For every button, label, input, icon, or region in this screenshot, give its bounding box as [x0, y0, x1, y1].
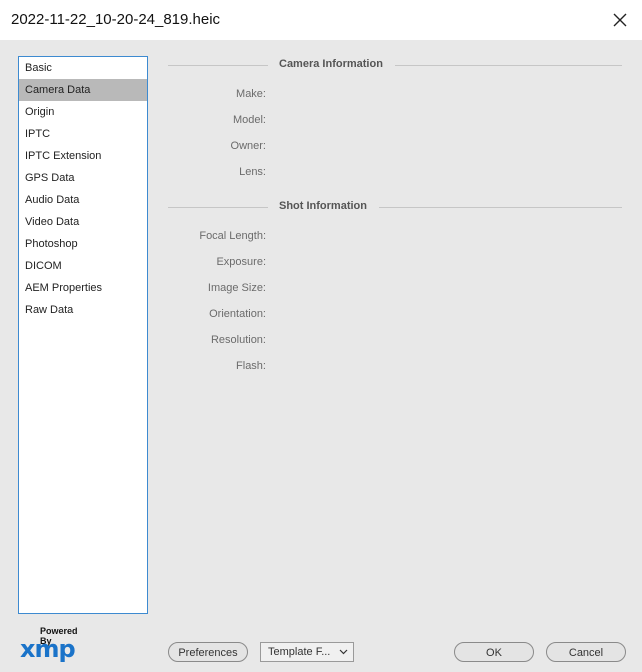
chevron-down-icon	[339, 649, 348, 655]
model-label: Model:	[232, 114, 266, 126]
shot-information-header: Shot Information	[168, 199, 622, 215]
sidebar-item-photoshop[interactable]: Photoshop	[19, 233, 147, 255]
resolution-label: Resolution:	[210, 334, 266, 346]
section-title: Shot Information	[279, 200, 367, 212]
image-size-label: Image Size:	[207, 282, 266, 294]
flash-label: Flash:	[236, 360, 266, 372]
make-value	[272, 88, 612, 104]
lens-value	[272, 166, 612, 182]
exposure-value	[272, 256, 612, 272]
owner-label: Owner:	[230, 140, 266, 152]
lens-label: Lens:	[239, 166, 266, 178]
sidebar-item-iptc-extension[interactable]: IPTC Extension	[19, 145, 147, 167]
section-title: Camera Information	[279, 58, 383, 70]
sidebar-item-gps-data[interactable]: GPS Data	[19, 167, 147, 189]
flash-value	[272, 360, 612, 376]
sidebar-item-camera-data[interactable]: Camera Data	[19, 79, 147, 101]
title-bar: 2022-11-22_10-20-24_819.heic	[0, 0, 642, 40]
orientation-value	[272, 308, 612, 324]
sidebar-item-raw-data[interactable]: Raw Data	[19, 299, 147, 321]
sidebar-item-iptc[interactable]: IPTC	[19, 123, 147, 145]
exposure-label: Exposure:	[216, 256, 266, 268]
sidebar-item-audio-data[interactable]: Audio Data	[19, 189, 147, 211]
sidebar-item-dicom[interactable]: DICOM	[19, 255, 147, 277]
xmp-logo-text: xmp	[20, 635, 76, 663]
model-value	[272, 114, 612, 130]
preferences-button[interactable]: Preferences	[168, 642, 248, 662]
sidebar-item-aem-properties[interactable]: AEM Properties	[19, 277, 147, 299]
focal-length-value	[272, 230, 612, 246]
camera-information-header: Camera Information	[168, 57, 622, 73]
window-title: 2022-11-22_10-20-24_819.heic	[11, 11, 221, 28]
image-size-value	[272, 282, 612, 298]
owner-value	[272, 140, 612, 156]
sidebar-item-origin[interactable]: Origin	[19, 101, 147, 123]
cancel-button[interactable]: Cancel	[546, 642, 626, 662]
ok-button[interactable]: OK	[454, 642, 534, 662]
make-label: Make:	[236, 88, 266, 100]
sidebar-item-video-data[interactable]: Video Data	[19, 211, 147, 233]
resolution-value	[272, 334, 612, 350]
sidebar-item-basic[interactable]: Basic	[19, 57, 147, 79]
dropdown-label: Template F...	[268, 646, 331, 658]
divider	[379, 207, 622, 208]
focal-length-label: Focal Length:	[199, 230, 266, 242]
divider	[168, 207, 268, 208]
divider	[395, 65, 622, 66]
close-button[interactable]	[606, 6, 634, 34]
xmp-logo: Powered By xmp	[20, 626, 90, 663]
divider	[168, 65, 268, 66]
close-icon	[613, 13, 627, 27]
orientation-label: Orientation:	[209, 308, 266, 320]
category-list[interactable]: Basic Camera Data Origin IPTC IPTC Exten…	[18, 56, 148, 614]
template-folder-dropdown[interactable]: Template F...	[260, 642, 354, 662]
